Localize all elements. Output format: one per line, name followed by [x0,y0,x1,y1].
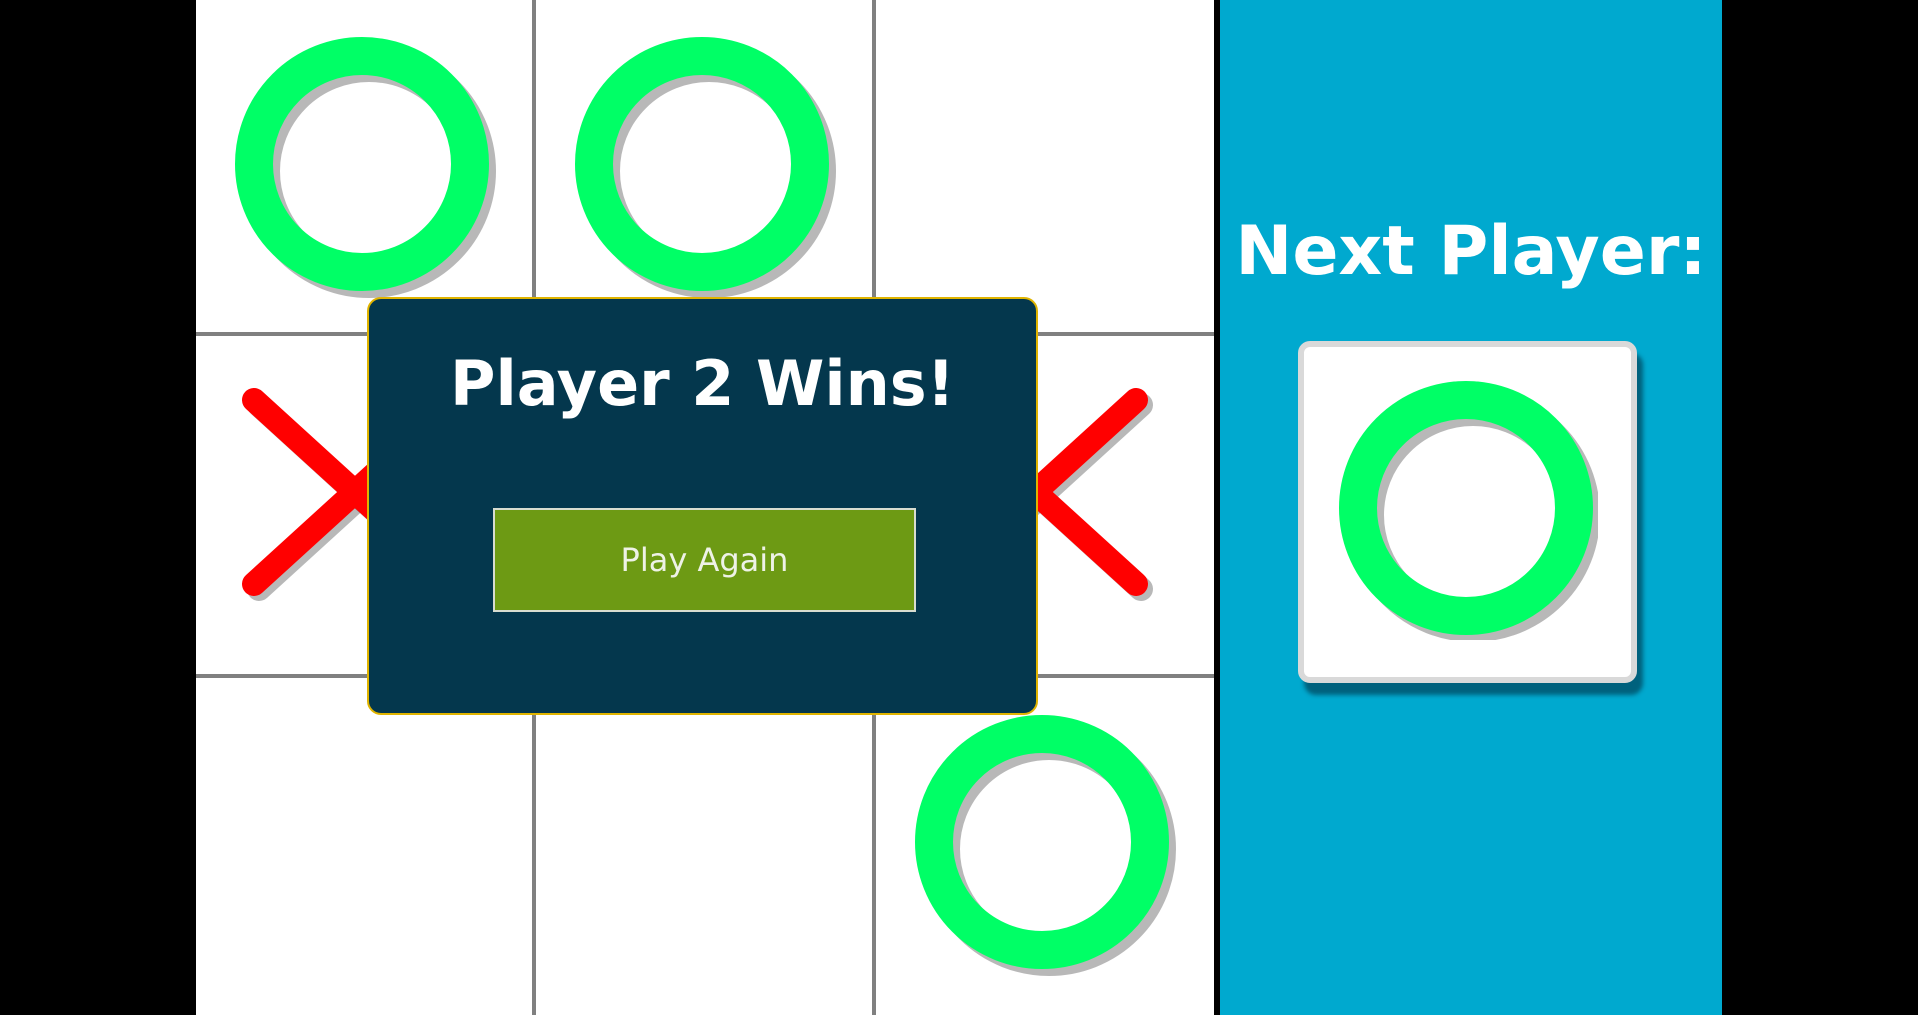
win-message: Player 2 Wins! [450,347,955,420]
cell-0[interactable] [196,0,532,332]
cell-6[interactable] [196,678,532,1010]
next-player-label: Next Player: [1235,212,1707,291]
cell-8[interactable] [876,678,1212,1010]
play-again-button[interactable]: Play Again [493,508,916,612]
next-player-o-icon [1338,380,1600,644]
cell-7[interactable] [536,678,872,1010]
cell-1[interactable] [536,0,872,332]
sidebar: Next Player: [1220,0,1722,1015]
o-mark-icon [235,37,496,298]
o-mark-icon [915,715,1176,976]
next-player-indicator [1298,341,1637,683]
o-mark-icon [575,37,836,298]
win-dialog: Player 2 Wins! Play Again [367,297,1038,715]
cell-2[interactable] [876,0,1212,332]
